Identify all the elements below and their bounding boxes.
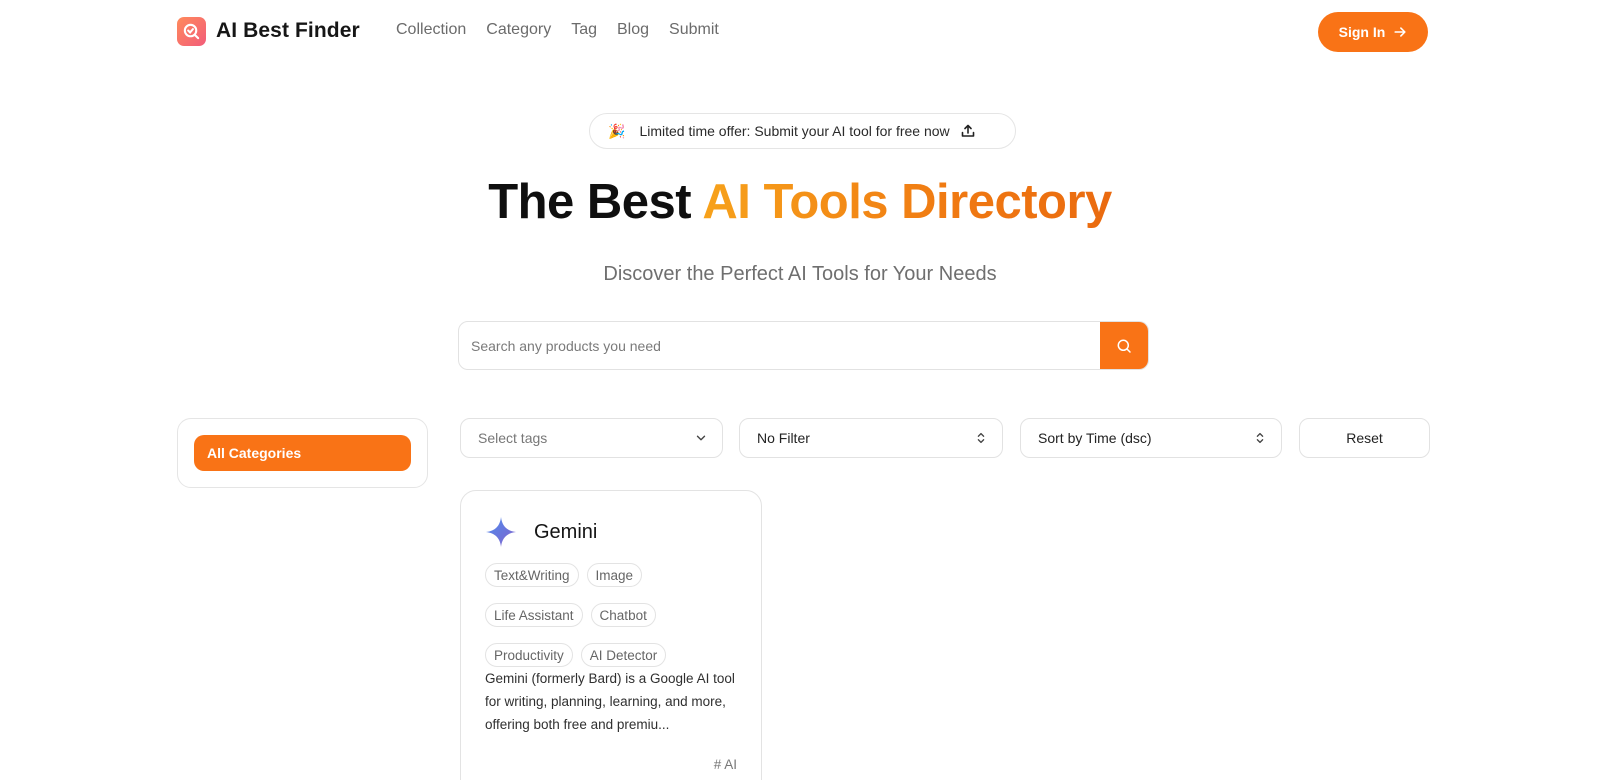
nav-category[interactable]: Category — [486, 21, 551, 39]
sign-in-label: Sign In — [1338, 24, 1386, 40]
search-bar — [458, 321, 1149, 370]
tool-card[interactable]: Gemini Text&Writing Image Life Assistant… — [460, 490, 762, 780]
title-accent: AI Tools Directory — [702, 175, 1112, 229]
tag-chip[interactable]: AI Detector — [580, 643, 667, 667]
tool-tags: Text&Writing Image Life Assistant Chatbo… — [485, 563, 745, 667]
reset-button[interactable]: Reset — [1299, 418, 1430, 458]
tag-chip[interactable]: Image — [586, 563, 643, 587]
gemini-logo-icon — [486, 517, 516, 547]
category-all[interactable]: All Categories — [194, 435, 411, 471]
tag-chip[interactable]: Productivity — [485, 643, 573, 667]
sort-select-value: Sort by Time (dsc) — [1038, 430, 1152, 446]
nav-tag[interactable]: Tag — [571, 21, 597, 39]
brand-name[interactable]: AI Best Finder — [216, 19, 360, 43]
tool-title[interactable]: Gemini — [534, 521, 597, 544]
title-plain: The Best — [488, 175, 703, 229]
offer-text: Limited time offer: Submit your AI tool … — [639, 123, 950, 139]
limited-offer-banner[interactable]: 🎉 Limited time offer: Submit your AI too… — [589, 113, 1016, 149]
search-input[interactable] — [459, 322, 1100, 369]
chevron-up-down-icon — [1256, 432, 1264, 444]
search-icon — [1117, 339, 1131, 353]
nav-submit[interactable]: Submit — [669, 21, 719, 39]
sign-in-button[interactable]: Sign In — [1318, 12, 1428, 52]
filter-select[interactable]: No Filter — [739, 418, 1003, 458]
arrow-right-icon — [1394, 27, 1406, 37]
sort-select[interactable]: Sort by Time (dsc) — [1020, 418, 1282, 458]
tag-chip[interactable]: Life Assistant — [485, 603, 583, 627]
tool-hashtag[interactable]: # AI — [714, 757, 737, 772]
category-sidebar: All Categories — [177, 418, 428, 488]
chevron-up-down-icon — [977, 432, 985, 444]
top-header: AI Best Finder Collection Category Tag B… — [0, 0, 1600, 64]
tags-select[interactable]: Select tags — [460, 418, 723, 458]
search-button[interactable] — [1100, 322, 1148, 369]
page-title: The Best AI Tools Directory — [0, 174, 1600, 230]
upload-icon — [961, 124, 974, 137]
chevron-down-icon — [696, 435, 706, 441]
tags-select-value: Select tags — [478, 430, 548, 446]
party-popper-icon: 🎉 — [608, 122, 626, 139]
main-nav: Collection Category Tag Blog Submit — [396, 21, 719, 39]
nav-blog[interactable]: Blog — [617, 21, 649, 39]
tag-chip[interactable]: Text&Writing — [485, 563, 579, 587]
nav-collection[interactable]: Collection — [396, 21, 466, 39]
tag-chip[interactable]: Chatbot — [590, 603, 656, 627]
page-subtitle: Discover the Perfect AI Tools for Your N… — [603, 263, 997, 285]
tool-description: Gemini (formerly Bard) is a Google AI to… — [485, 671, 735, 732]
filter-select-value: No Filter — [757, 430, 810, 446]
brand-logo-icon[interactable] — [177, 17, 206, 46]
